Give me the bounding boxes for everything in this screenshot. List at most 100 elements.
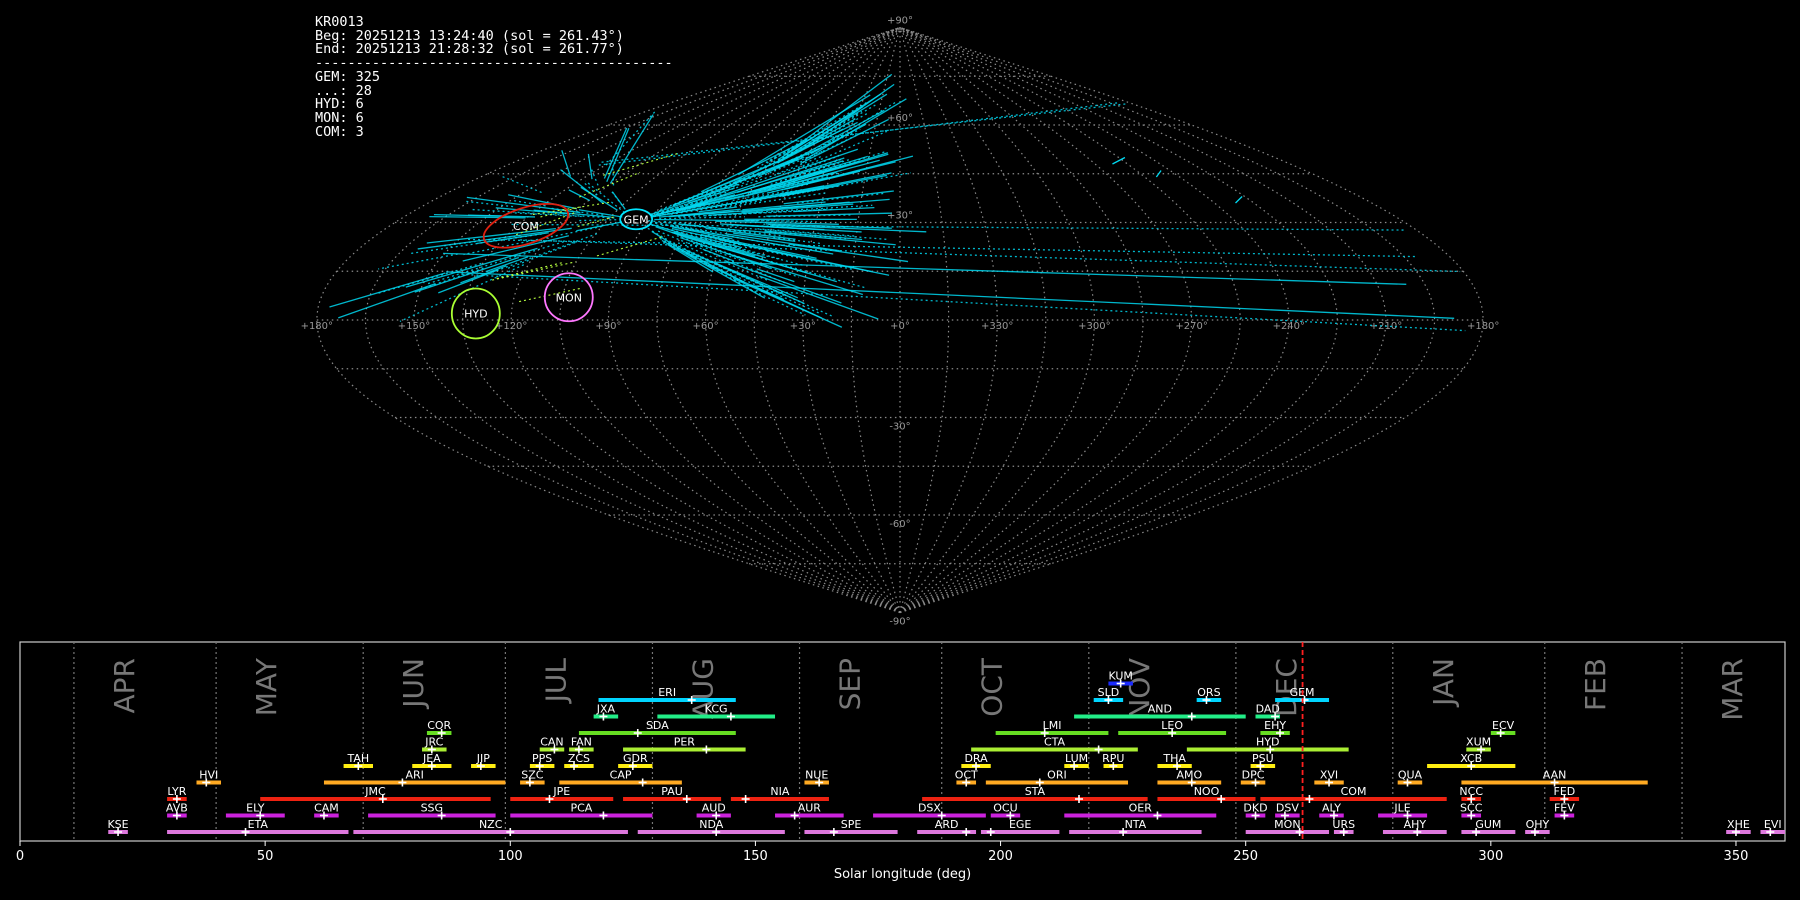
meteor-trail xyxy=(772,112,870,166)
info-panel: KR0013 Beg: 20251213 13:24:40 (sol = 261… xyxy=(315,14,673,140)
shower-label: FEV xyxy=(1554,802,1575,815)
shower-label: SZC xyxy=(521,769,544,782)
shower-xum: XUM xyxy=(1466,736,1491,754)
shower-dpc: DPC xyxy=(1240,769,1266,787)
meteor-trail xyxy=(716,266,822,315)
latitude-label: +30° xyxy=(887,211,913,222)
latitude-label: -90° xyxy=(889,617,910,628)
shower-dkd: DKD xyxy=(1243,802,1268,820)
meteor-trail xyxy=(329,272,446,308)
shower-label: QUA xyxy=(1398,769,1423,782)
shower-dad: DAD xyxy=(1255,703,1281,721)
x-tick-label: 150 xyxy=(743,849,768,864)
meteor-trail xyxy=(467,214,503,217)
shower-label: CAN xyxy=(540,736,563,749)
shower-jrc: JRC xyxy=(422,736,447,754)
shower-label: OCT xyxy=(955,769,978,782)
shower-ncc: NCC xyxy=(1459,785,1483,803)
meteor-trail xyxy=(476,232,549,245)
shower-label: ORI xyxy=(1047,769,1067,782)
meteor-trail xyxy=(790,73,893,152)
shower-label: OER xyxy=(1129,802,1153,815)
shower-ehy: EHY xyxy=(1260,719,1290,737)
shower-ocu: OCU xyxy=(990,802,1021,820)
shower-urs: URS xyxy=(1332,818,1355,836)
shower-label: LUM xyxy=(1065,752,1088,765)
shower-tah: TAH xyxy=(343,752,373,770)
x-axis-label: Solar longitude (deg) xyxy=(834,867,971,882)
shower-label: ERI xyxy=(658,686,676,699)
meteor-trail xyxy=(1155,170,1162,178)
shower-label: KSE xyxy=(107,818,128,831)
meteor-trail xyxy=(715,262,799,299)
longitude-label: +90° xyxy=(595,321,621,332)
shower-ohy: OHY xyxy=(1525,818,1550,836)
shower-psu: PSU xyxy=(1250,752,1276,770)
shower-xhe: XHE xyxy=(1726,818,1751,836)
shower-label: DKD xyxy=(1243,802,1267,815)
meteor-trail xyxy=(601,103,1127,163)
shower-label: ARI xyxy=(405,769,423,782)
shower-label: PER xyxy=(674,736,696,749)
shower-label: ECV xyxy=(1492,719,1515,732)
shower-label: AVB xyxy=(166,802,188,815)
shower-timeline: APR MAY JUN JUL AUG SEP OCT NOV DEC JAN FEB MARKUME… xyxy=(16,641,1786,882)
shower-label: RPU xyxy=(1102,752,1124,765)
radiant-mon-label: MON xyxy=(556,291,582,304)
meteor-trail xyxy=(695,254,788,298)
shower-label: PCA xyxy=(570,802,592,815)
shower-label: AUR xyxy=(798,802,822,815)
shower-dsv: DSV xyxy=(1275,802,1300,820)
meteor-trail xyxy=(654,218,759,222)
month-label: OCT xyxy=(976,657,1009,717)
shower-dra: DRA xyxy=(961,752,991,770)
shower-kum: KUM xyxy=(1108,670,1133,688)
shower-oct: OCT xyxy=(955,769,978,787)
shower-label: PPS xyxy=(532,752,552,765)
month-label: APR xyxy=(108,658,141,714)
shower-label: NOO xyxy=(1194,785,1220,798)
shower-label: THA xyxy=(1162,752,1186,765)
longitude-label: +300° xyxy=(1078,321,1110,332)
timeline-frame xyxy=(19,641,1786,842)
shower-label: NCC xyxy=(1459,785,1483,798)
month-label: MAR xyxy=(1716,658,1749,721)
shower-label: STA xyxy=(1025,785,1046,798)
shower-label: JMC xyxy=(364,785,386,798)
shower-label: HVI xyxy=(199,769,218,782)
shower-label: JPE xyxy=(552,785,570,798)
x-tick-label: 100 xyxy=(498,849,523,864)
shower-label: DAD xyxy=(1256,703,1280,716)
shower-kse: KSE xyxy=(107,818,129,836)
meteor-trail xyxy=(587,153,593,180)
meteor-trail xyxy=(576,219,617,222)
latitude-label: -60° xyxy=(889,519,910,530)
longitude-label: +240° xyxy=(1273,321,1305,332)
meteor-trail xyxy=(508,194,577,210)
shower-label: DRA xyxy=(964,752,988,765)
radiant-hyd-label: HYD xyxy=(464,308,487,321)
shower-ors: ORS xyxy=(1196,686,1222,704)
shower-cor: COR xyxy=(426,719,452,737)
shower-label: PSU xyxy=(1252,752,1274,765)
shower-lum: LUM xyxy=(1064,752,1089,770)
longitude-label: +270° xyxy=(1175,321,1207,332)
latitude-label: +60° xyxy=(887,113,913,124)
shower-label: CAP xyxy=(610,769,632,782)
x-tick-label: 50 xyxy=(257,849,274,864)
longitude-label: +330° xyxy=(981,321,1013,332)
month-label: FEB xyxy=(1579,658,1612,711)
shower-label: JLE xyxy=(1393,802,1410,815)
shower-scc: SCC xyxy=(1460,802,1483,820)
shower-rpu: RPU xyxy=(1102,752,1124,770)
meteor-trail xyxy=(1112,156,1126,165)
shower-label: XCB xyxy=(1460,752,1482,765)
shower-label: NUE xyxy=(805,769,828,782)
shower-label: OCU xyxy=(993,802,1017,815)
longitude-label: +150° xyxy=(398,321,430,332)
shower-label: JIP xyxy=(476,752,490,765)
shower-cam: CAM xyxy=(314,802,339,820)
shower-label: CTA xyxy=(1044,736,1066,749)
shower-label: HYD xyxy=(1256,736,1279,749)
shower-label: SDA xyxy=(646,719,669,732)
